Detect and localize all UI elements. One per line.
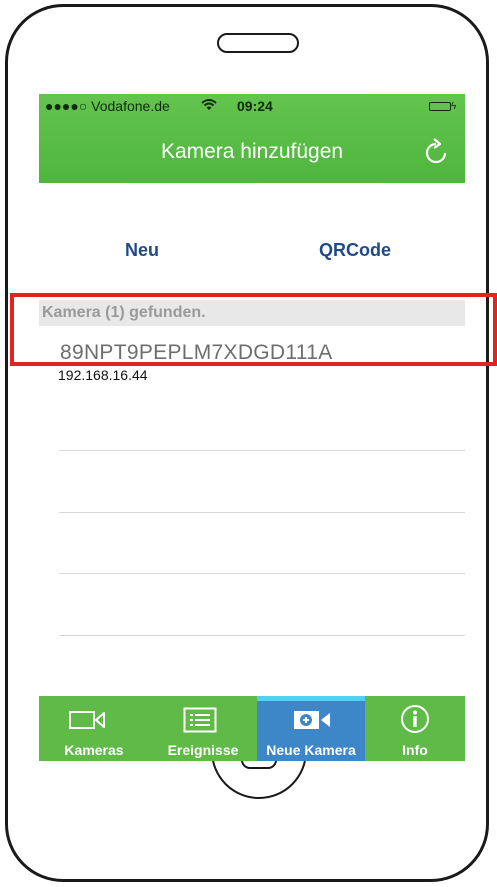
refresh-icon[interactable] xyxy=(419,136,453,170)
tab-info[interactable]: Info xyxy=(365,696,465,761)
page-title: Kamera hinzufügen xyxy=(160,140,344,163)
tab-label: Info xyxy=(402,742,428,758)
tab-label: Kameras xyxy=(64,742,124,758)
list-icon xyxy=(183,707,217,733)
list-divider xyxy=(59,573,465,574)
highlight-box xyxy=(10,293,497,366)
tab-label: Neue Kamera xyxy=(266,742,356,758)
carrier-label: ●●●●○ Vodafone.de xyxy=(45,98,170,114)
status-bar: ●●●●○ Vodafone.de 09:24 ϟ xyxy=(39,94,465,116)
segment-new-button[interactable]: Neu xyxy=(125,240,159,261)
tab-kameras[interactable]: Kameras xyxy=(39,696,149,761)
list-divider xyxy=(59,450,465,451)
navigation-header: ●●●●○ Vodafone.de 09:24 ϟ Kamera hinzufü… xyxy=(39,94,465,183)
tab-bar: Kameras Ereignisse Neue Kamera Info xyxy=(39,696,465,761)
speaker-slot xyxy=(217,33,299,53)
tab-ereignisse[interactable]: Ereignisse xyxy=(149,696,257,761)
add-camera-icon xyxy=(294,711,330,729)
clock: 09:24 xyxy=(237,98,273,114)
app-screen: ●●●●○ Vodafone.de 09:24 ϟ Kamera hinzufü… xyxy=(39,94,465,761)
segment-qrcode-button[interactable]: QRCode xyxy=(319,240,391,261)
tab-label: Ereignisse xyxy=(167,742,239,758)
list-divider xyxy=(59,635,465,636)
tab-neue-kamera[interactable]: Neue Kamera xyxy=(257,696,365,761)
camera-ip: 192.168.16.44 xyxy=(58,367,148,383)
list-divider xyxy=(59,512,465,513)
wifi-icon xyxy=(201,99,217,110)
charging-icon: ϟ xyxy=(451,101,457,112)
info-icon xyxy=(401,705,429,733)
video-camera-icon xyxy=(69,711,105,729)
battery-icon xyxy=(429,102,451,111)
